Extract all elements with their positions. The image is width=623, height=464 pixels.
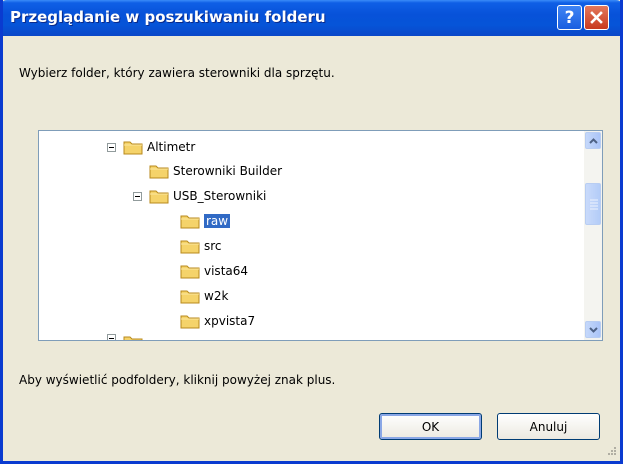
vertical-scrollbar[interactable]: [584, 131, 602, 340]
tree-item-usb-sterowniki[interactable]: USB_Sterowniki: [133, 186, 266, 206]
scroll-down-button[interactable]: [585, 321, 601, 338]
tree-item-w2k[interactable]: w2k: [180, 286, 228, 306]
close-button[interactable]: [584, 5, 609, 30]
folder-icon: [180, 265, 200, 279]
folder-icon: [180, 315, 200, 329]
tree-item-raw[interactable]: raw: [180, 211, 232, 231]
folder-tree[interactable]: Altimetr Sterowniki Builder USB_Sterowni…: [38, 130, 603, 341]
folder-icon: [180, 215, 200, 229]
tree-item-label: raw: [202, 213, 232, 229]
instruction-text: Wybierz folder, który zawiera sterowniki…: [19, 66, 335, 80]
expander-minus-icon[interactable]: [133, 191, 142, 201]
folder-icon: [123, 336, 143, 340]
resize-grip-icon[interactable]: [605, 446, 617, 458]
folder-icon: [149, 165, 169, 179]
scroll-thumb[interactable]: [585, 183, 601, 225]
tree-item-sterowniki-builder[interactable]: Sterowniki Builder: [149, 161, 282, 181]
tree-item-xpvista7[interactable]: xpvista7: [180, 311, 255, 331]
expander-minus-icon[interactable]: [107, 142, 116, 152]
tree-item-src[interactable]: src: [180, 236, 222, 256]
tree-item-label: Altimetr: [147, 140, 196, 154]
folder-icon: [180, 290, 200, 304]
ok-button[interactable]: OK: [379, 413, 482, 440]
help-icon: ?: [564, 7, 575, 28]
tree-item-label: Sterowniki Builder: [173, 164, 283, 178]
scroll-up-button[interactable]: [585, 132, 601, 149]
tree-item-altimetr[interactable]: Altimetr: [107, 137, 195, 157]
cancel-button[interactable]: Anuluj: [497, 413, 600, 440]
tree-item-label: w2k: [204, 289, 229, 303]
hint-text: Aby wyświetlić podfoldery, kliknij powyż…: [19, 373, 336, 387]
scroll-up-icon: [588, 137, 598, 144]
folder-icon: [149, 190, 169, 204]
folder-icon: [106, 130, 126, 131]
browse-folder-dialog: Przeglądanie w poszukiwaniu folderu ? Wy…: [0, 0, 623, 464]
grip-lines-icon: [590, 199, 598, 210]
tree-item-label: xpvista7: [204, 314, 256, 328]
tree-item-label: vista64: [204, 264, 249, 278]
title-bar[interactable]: Przeglądanie w poszukiwaniu folderu ?: [3, 0, 620, 36]
help-button[interactable]: ?: [557, 5, 582, 30]
folder-icon: [123, 141, 143, 155]
tree-item-label: USB_Sterowniki: [173, 189, 267, 203]
expander-minus-icon[interactable]: [107, 334, 116, 340]
tree-item-partial[interactable]: [107, 334, 147, 340]
close-icon: [590, 11, 603, 24]
scroll-down-icon: [588, 326, 598, 333]
tree-item-vista64[interactable]: vista64: [180, 261, 248, 281]
tree-item-label: src: [204, 239, 222, 253]
folder-icon: [180, 240, 200, 254]
window-title: Przeglądanie w poszukiwaniu folderu: [10, 8, 326, 26]
